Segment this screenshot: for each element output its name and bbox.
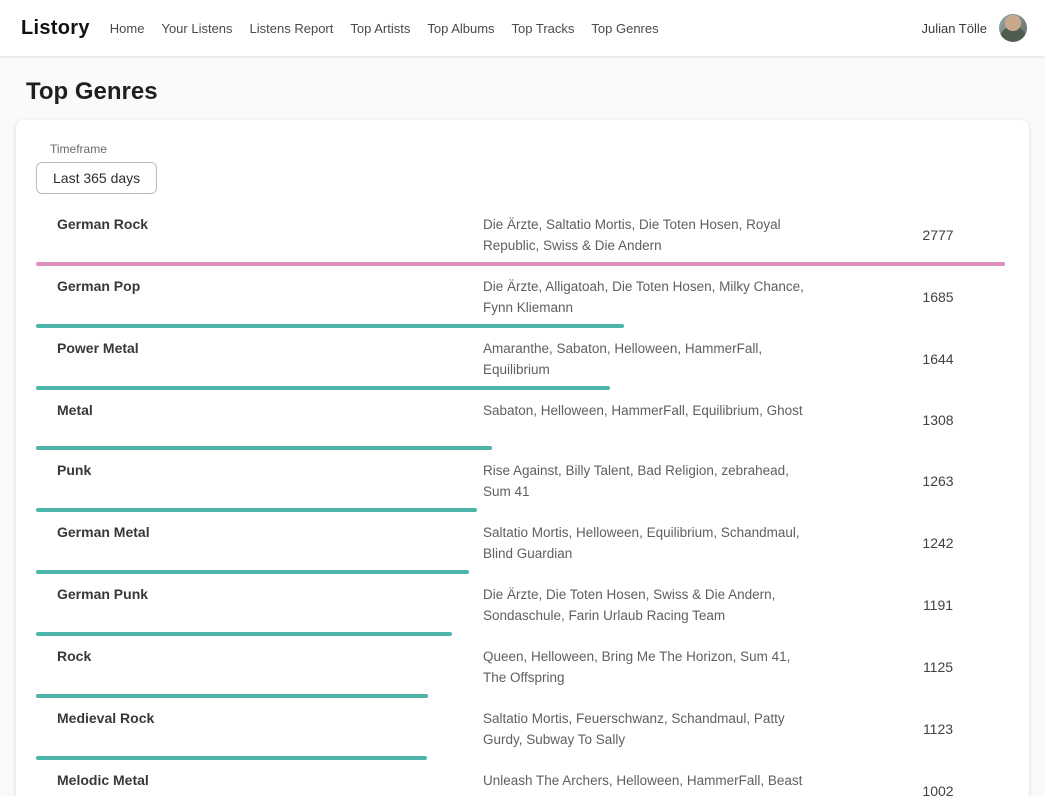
- genre-count: 1002: [813, 783, 1005, 796]
- genre-name: Metal: [57, 400, 483, 418]
- genre-row: German Punk Die Ärzte, Die Toten Hosen, …: [16, 574, 1029, 636]
- genre-artists: Queen, Helloween, Bring Me The Horizon, …: [483, 646, 813, 688]
- genre-count: 1125: [813, 659, 1005, 675]
- genre-name: German Rock: [57, 214, 483, 232]
- nav-item-top-genres[interactable]: Top Genres: [591, 21, 658, 36]
- genre-row-content: German Punk Die Ärzte, Die Toten Hosen, …: [16, 584, 1029, 626]
- genre-name: Power Metal: [57, 338, 483, 356]
- nav-item-top-artists[interactable]: Top Artists: [350, 21, 410, 36]
- genre-name: Melodic Metal: [57, 770, 483, 788]
- genre-count: 1263: [813, 473, 1005, 489]
- page-title: Top Genres: [26, 78, 1029, 106]
- top-genres-card: Timeframe Last 365 days German Rock Die …: [16, 120, 1029, 796]
- main-nav: Home Your Listens Listens Report Top Artist…: [110, 21, 922, 36]
- genre-artists: Saltatio Mortis, Helloween, Equilibrium,…: [483, 522, 813, 564]
- genre-count: 1644: [813, 351, 1005, 367]
- genre-count: 1123: [813, 721, 1005, 737]
- genre-row-content: Metal Sabaton, Helloween, HammerFall, Eq…: [16, 400, 1029, 440]
- genre-row-content: Power Metal Amaranthe, Sabaton, Hellowee…: [16, 338, 1029, 380]
- genre-artists: Saltatio Mortis, Feuerschwanz, Schandmau…: [483, 708, 813, 750]
- timeframe-select[interactable]: Last 365 days: [36, 162, 157, 194]
- genre-count: 1242: [813, 535, 1005, 551]
- genre-artists: Rise Against, Billy Talent, Bad Religion…: [483, 460, 813, 502]
- genre-name: German Punk: [57, 584, 483, 602]
- genre-name: German Metal: [57, 522, 483, 540]
- genre-artists: Die Ärzte, Alligatoah, Die Toten Hosen, …: [483, 276, 813, 318]
- genre-count: 2777: [813, 227, 1005, 243]
- genre-count: 1685: [813, 289, 1005, 305]
- genre-row-content: German Metal Saltatio Mortis, Helloween,…: [16, 522, 1029, 564]
- genre-count: 1308: [813, 412, 1005, 428]
- timeframe-value: Last 365 days: [53, 170, 140, 186]
- genre-row: German Pop Die Ärzte, Alligatoah, Die To…: [16, 266, 1029, 328]
- nav-item-top-tracks[interactable]: Top Tracks: [512, 21, 575, 36]
- genre-name: Medieval Rock: [57, 708, 483, 726]
- genre-count: 1191: [813, 597, 1005, 613]
- genre-row: German Metal Saltatio Mortis, Helloween,…: [16, 512, 1029, 574]
- genre-row: Melodic Metal Unleash The Archers, Hello…: [16, 760, 1029, 796]
- genre-artists: Die Ärzte, Die Toten Hosen, Swiss & Die …: [483, 584, 813, 626]
- timeframe-filter: Timeframe Last 365 days: [16, 142, 1029, 194]
- page-content: Top Genres Timeframe Last 365 days Germa…: [0, 78, 1045, 796]
- user-name[interactable]: Julian Tölle: [921, 21, 987, 36]
- genre-row: Metal Sabaton, Helloween, HammerFall, Eq…: [16, 390, 1029, 450]
- genre-name: Punk: [57, 460, 483, 478]
- genre-row-content: Melodic Metal Unleash The Archers, Hello…: [16, 770, 1029, 796]
- genre-row: Medieval Rock Saltatio Mortis, Feuerschw…: [16, 698, 1029, 760]
- genre-row-content: German Pop Die Ärzte, Alligatoah, Die To…: [16, 276, 1029, 318]
- nav-item-your-listens[interactable]: Your Listens: [161, 21, 232, 36]
- nav-item-listens-report[interactable]: Listens Report: [250, 21, 334, 36]
- genre-row-content: German Rock Die Ärzte, Saltatio Mortis, …: [16, 214, 1029, 256]
- user-avatar[interactable]: [999, 14, 1027, 42]
- genre-row: Rock Queen, Helloween, Bring Me The Hori…: [16, 636, 1029, 698]
- genre-list: German Rock Die Ärzte, Saltatio Mortis, …: [16, 204, 1029, 796]
- nav-item-home[interactable]: Home: [110, 21, 145, 36]
- genre-artists: Amaranthe, Sabaton, Helloween, HammerFal…: [483, 338, 813, 380]
- genre-artists: Sabaton, Helloween, HammerFall, Equilibr…: [483, 400, 813, 421]
- app-logo[interactable]: Listory: [21, 17, 90, 40]
- nav-item-top-albums[interactable]: Top Albums: [427, 21, 494, 36]
- timeframe-label: Timeframe: [50, 142, 1029, 156]
- genre-row-content: Rock Queen, Helloween, Bring Me The Hori…: [16, 646, 1029, 688]
- genre-artists: Die Ärzte, Saltatio Mortis, Die Toten Ho…: [483, 214, 813, 256]
- genre-row: Punk Rise Against, Billy Talent, Bad Rel…: [16, 450, 1029, 512]
- genre-name: Rock: [57, 646, 483, 664]
- navbar-user-section: Julian Tölle: [921, 14, 1027, 42]
- navbar: Listory Home Your Listens Listens Report To…: [0, 0, 1045, 56]
- genre-name: German Pop: [57, 276, 483, 294]
- genre-row-content: Medieval Rock Saltatio Mortis, Feuerschw…: [16, 708, 1029, 750]
- genre-row: German Rock Die Ärzte, Saltatio Mortis, …: [16, 204, 1029, 266]
- genre-row: Power Metal Amaranthe, Sabaton, Hellowee…: [16, 328, 1029, 390]
- genre-artists: Unleash The Archers, Helloween, HammerFa…: [483, 770, 813, 796]
- genre-row-content: Punk Rise Against, Billy Talent, Bad Rel…: [16, 460, 1029, 502]
